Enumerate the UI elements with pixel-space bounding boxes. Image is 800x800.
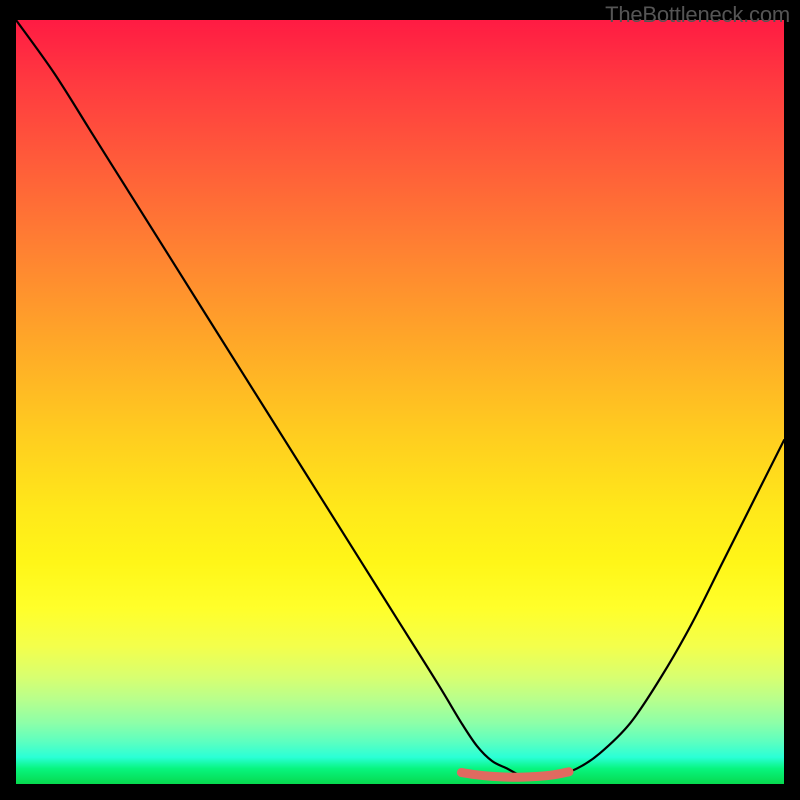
chart-area (16, 20, 784, 784)
watermark-text: TheBottleneck.com (605, 2, 790, 28)
chart-overlay (16, 20, 784, 784)
curve-line (16, 20, 784, 777)
